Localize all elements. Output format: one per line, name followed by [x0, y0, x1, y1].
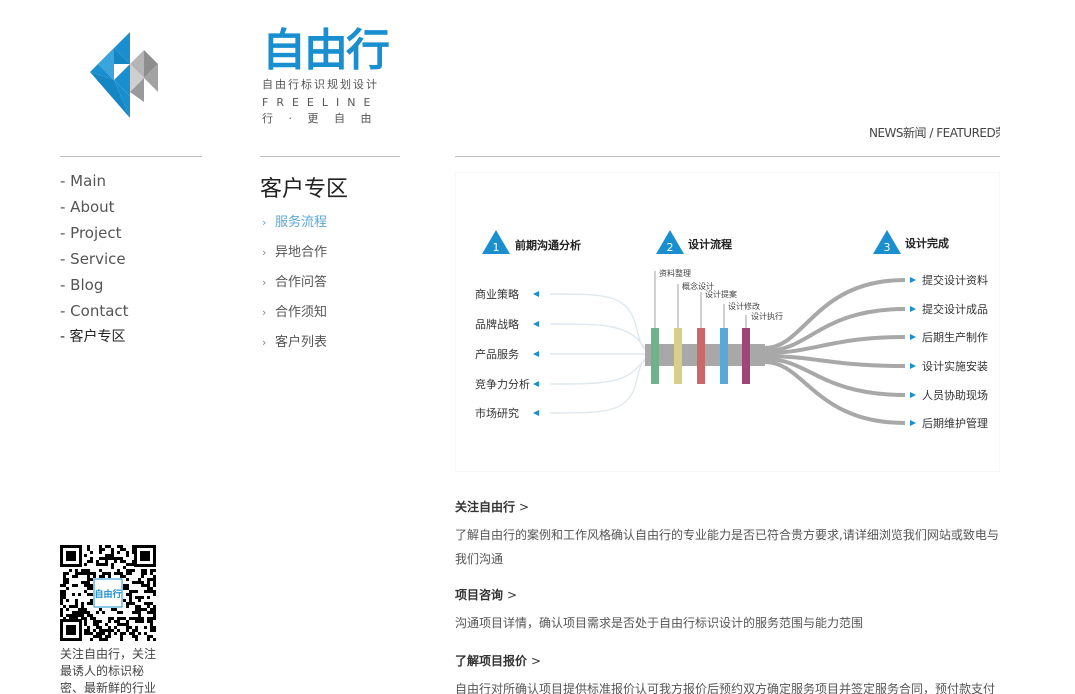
chevron-right-icon: ›	[262, 276, 267, 289]
output-label: 提交设计资料	[922, 273, 988, 287]
main-nav-item-client-area[interactable]: - 客户专区	[60, 327, 129, 353]
sub-nav-label: 客户列表	[275, 335, 328, 350]
sub-nav-item-client-list[interactable]: › 客户列表	[262, 334, 327, 364]
article-title[interactable]: 项目咨询 >	[455, 586, 1003, 603]
brand-english-name: FREELINE	[262, 96, 379, 109]
process-column	[674, 328, 682, 384]
stage-number: 2	[667, 241, 674, 254]
stage-number: 3	[884, 241, 891, 254]
arrow-right-icon: >	[519, 500, 530, 514]
process-label: 设计修改	[728, 301, 760, 311]
sub-nav-label: 异地合作	[275, 245, 328, 260]
sub-nav-label: 服务流程	[275, 215, 328, 230]
input-label: 市场研究	[475, 406, 519, 420]
output-label: 后期维护管理	[922, 416, 988, 430]
article-title-text: 项目咨询	[455, 588, 504, 602]
top-nav: NEWS新闻 / FEATURED荣誉	[869, 124, 1000, 141]
sub-nav-label: 合作须知	[275, 305, 328, 320]
input-label: 品牌战略	[475, 317, 519, 331]
sub-nav-item-remote-cooperation[interactable]: › 异地合作	[262, 244, 327, 274]
main-nav-item-about[interactable]: - About	[60, 197, 129, 223]
section-title: 客户专区	[260, 177, 349, 202]
sub-nav-item-service-process[interactable]: › 服务流程	[262, 214, 327, 244]
output-label: 人员协助现场	[922, 388, 988, 402]
divider-left	[60, 156, 202, 157]
process-label: 资料整理	[659, 268, 691, 278]
sub-nav: › 服务流程 › 异地合作 › 合作问答 › 合作须知 › 客户列表	[262, 214, 327, 364]
arrow-right-icon: >	[507, 588, 518, 602]
process-label: 设计执行	[751, 311, 783, 321]
process-column	[720, 328, 728, 384]
input-label: 竞争力分析	[475, 377, 530, 391]
article-body: 自由行对所确认项目提供标准报价认可我方报价后预约双方确定服务项目并签定服务合同，…	[455, 682, 996, 694]
process-column	[651, 328, 659, 384]
output-label: 设计实施安装	[922, 359, 988, 373]
stage-label: 设计完成	[905, 236, 949, 250]
service-process-diagram: 1 前期沟通分析 2 设计流程 3 设计完成 商业策略 品牌战略 产品服务 竞争…	[455, 172, 1000, 472]
qr-center-label: 自由行	[94, 588, 121, 600]
chevron-right-icon: ›	[262, 306, 267, 319]
top-nav-featured-link[interactable]: FEATURED荣誉	[936, 126, 1000, 140]
main-nav-item-contact[interactable]: - Contact	[60, 301, 129, 327]
stage-label: 设计流程	[688, 237, 732, 251]
main-nav-item-service[interactable]: - Service	[60, 249, 129, 275]
divider-right	[455, 156, 1000, 157]
chevron-right-icon: ›	[262, 246, 267, 259]
main-nav-item-project[interactable]: - Project	[60, 223, 129, 249]
output-label: 后期生产制作	[922, 330, 988, 344]
sub-nav-label: 合作问答	[275, 275, 328, 290]
chevron-right-icon: ›	[262, 336, 267, 349]
arrow-right-icon: >	[531, 654, 542, 668]
process-label: 设计提案	[705, 289, 737, 299]
article-follow: 关注自由行 > 了解自由行的案例和工作风格确认自由行的专业能力是否已符合贵方要求,…	[455, 498, 1003, 571]
stage-label: 前期沟通分析	[515, 238, 581, 252]
article-title[interactable]: 了解项目报价 >	[455, 652, 1003, 669]
output-label: 提交设计成品	[922, 302, 988, 316]
logo-mark-icon[interactable]	[88, 30, 162, 120]
brand-name: 自由行	[262, 25, 390, 76]
process-column	[742, 328, 750, 384]
article-body: 沟通项目详情，确认项目需求是否处于自由行标识设计的服务范围与能力范围	[455, 616, 864, 630]
qr-code: 自由行	[60, 545, 156, 641]
input-label: 产品服务	[475, 347, 519, 361]
sub-nav-item-notice[interactable]: › 合作须知	[262, 304, 327, 334]
brand-slogan: 行 · 更 自 由	[262, 112, 378, 125]
brand-tagline: 自由行标识规划设计	[262, 78, 379, 91]
stage-number: 1	[493, 241, 500, 254]
top-nav-news-link[interactable]: NEWS新闻	[869, 126, 927, 140]
chevron-right-icon: ›	[262, 216, 267, 229]
sub-nav-item-faq[interactable]: › 合作问答	[262, 274, 327, 304]
brand-wordmark[interactable]: 自由行 自由行标识规划设计 FREELINE 行 · 更 自 由	[262, 28, 392, 126]
process-column	[697, 328, 705, 384]
article-title-text: 关注自由行	[455, 500, 516, 514]
article-quote: 了解项目报价 > 自由行对所确认项目提供标准报价认可我方报价后预约双方确定服务项目…	[455, 652, 1003, 694]
top-nav-separator: /	[926, 126, 937, 140]
main-nav-item-blog[interactable]: - Blog	[60, 275, 129, 301]
article-consult: 项目咨询 > 沟通项目详情，确认项目需求是否处于自由行标识设计的服务范围与能力范围	[455, 586, 1003, 635]
main-nav: - Main - About - Project - Service - Blo…	[60, 171, 129, 353]
qr-caption: 关注自由行，关注最诱人的标识秘密、最新鲜的行业	[60, 647, 157, 694]
article-title-text: 了解项目报价	[455, 654, 528, 668]
article-body: 了解自由行的案例和工作风格确认自由行的专业能力是否已符合贵方要求,请详细浏览我们…	[455, 528, 999, 566]
main-nav-item-main[interactable]: - Main	[60, 171, 129, 197]
input-label: 商业策略	[475, 287, 519, 301]
divider-middle	[260, 156, 400, 157]
article-title[interactable]: 关注自由行 >	[455, 498, 1003, 515]
